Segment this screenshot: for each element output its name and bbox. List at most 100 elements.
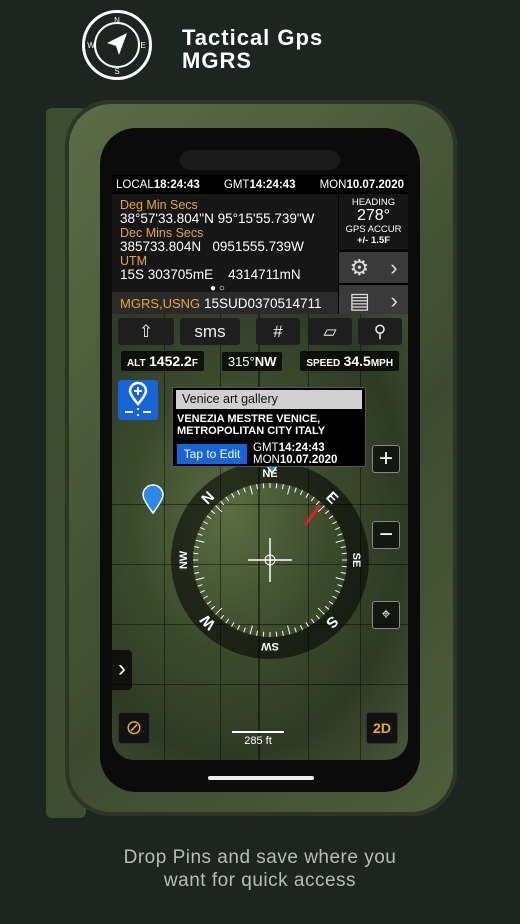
crosshair-icon: ⌖ bbox=[381, 606, 391, 623]
compass-tick bbox=[340, 572, 346, 574]
compass-tick bbox=[249, 625, 253, 635]
compass-icon: ⊘ bbox=[125, 717, 143, 739]
svg-text:N: N bbox=[114, 16, 120, 25]
compass-tick bbox=[328, 515, 334, 520]
date: MON10.07.2020 bbox=[319, 178, 404, 191]
utm-label: UTM bbox=[120, 254, 148, 268]
compass-tick bbox=[282, 484, 284, 490]
2d-mode-button[interactable]: 2D bbox=[366, 712, 398, 744]
compass-tick bbox=[340, 546, 346, 548]
compass-label: SE bbox=[350, 553, 362, 568]
compass-tick bbox=[195, 577, 205, 581]
compass-tick bbox=[210, 510, 216, 515]
compass-tick bbox=[200, 589, 205, 593]
compass-tick bbox=[310, 496, 315, 502]
compass-tick bbox=[337, 584, 343, 587]
share-button[interactable]: ⇧ bbox=[118, 318, 174, 345]
compass-tick bbox=[332, 521, 337, 525]
share-icon: ⇧ bbox=[138, 321, 154, 341]
compass-tick bbox=[335, 577, 345, 581]
heading-box: HEADING 278° GPS ACCUR +/- 1.5F bbox=[339, 194, 408, 250]
gps-accuracy-value: +/- 1.5F bbox=[357, 235, 390, 246]
north-needle bbox=[303, 504, 322, 526]
utm-value: 15S 303705mE 4314711mN bbox=[120, 267, 301, 282]
mgrs-value: 15SUD0370514711 bbox=[203, 296, 322, 311]
chevron-right-icon: › bbox=[390, 254, 398, 280]
layers-button[interactable]: ▱ bbox=[308, 318, 352, 345]
compass-overlay: NNEESESSWWNW bbox=[171, 461, 369, 659]
compass-tick bbox=[337, 533, 343, 536]
compass-tick bbox=[237, 490, 241, 495]
compass-label: SW bbox=[261, 640, 279, 652]
pin-info-popup: Venice art gallery VENEZIA MESTRE VENICE… bbox=[172, 387, 366, 467]
zoom-out-button[interactable]: − bbox=[372, 521, 400, 549]
gear-icon: ⚙ bbox=[349, 254, 370, 280]
compass-tick bbox=[210, 605, 216, 610]
compass-tick bbox=[215, 505, 223, 513]
compass-tick bbox=[231, 493, 235, 498]
dm-value: 385733.804N 0951555.739W bbox=[120, 239, 304, 254]
compass-tick bbox=[203, 521, 208, 525]
phone-notch bbox=[180, 150, 340, 170]
compass-tick bbox=[194, 546, 200, 548]
heading-value: 278° bbox=[356, 207, 391, 224]
app-logo-compass-icon: N E S W bbox=[82, 10, 152, 80]
app-subtitle: MGRS bbox=[182, 48, 252, 73]
compass-tick bbox=[195, 539, 205, 543]
time-bar: LOCAL18:24:43 GMT14:24:43 MON10.07.2020 bbox=[112, 175, 408, 194]
scale-bar: 285 ft bbox=[232, 731, 284, 747]
caption-line-1: Drop Pins and save where you bbox=[123, 847, 397, 868]
altitude: ALT 1452.2F bbox=[120, 351, 204, 371]
add-pin-button[interactable] bbox=[118, 380, 158, 420]
compass-tick bbox=[328, 600, 334, 605]
map-view[interactable]: ⇧ sms # ▱ ⚲ ALT 1452.2F 315°NW SPEED 34.… bbox=[112, 314, 408, 760]
pin-address: VENEZIA MESTRE VENICE, METROPOLITAN CITY… bbox=[177, 413, 326, 437]
local-time: LOCAL18:24:43 bbox=[116, 178, 200, 191]
compass-tick bbox=[215, 607, 223, 615]
compass-tick bbox=[197, 533, 203, 536]
compass-tick bbox=[206, 600, 212, 605]
compass-tick bbox=[225, 496, 230, 502]
compass-tick bbox=[256, 630, 258, 636]
sms-button[interactable]: sms bbox=[180, 318, 240, 345]
compass-tick bbox=[220, 500, 225, 506]
compass-tick bbox=[315, 614, 320, 620]
compass-tick bbox=[200, 527, 205, 531]
pin-name-field[interactable]: Venice art gallery bbox=[176, 390, 362, 409]
compass-tick bbox=[206, 515, 212, 520]
map-pin-icon[interactable] bbox=[142, 484, 164, 515]
compass-tick bbox=[299, 490, 303, 495]
notes-button[interactable]: ▤ › bbox=[339, 285, 408, 316]
side-panel: HEADING 278° GPS ACCUR +/- 1.5F ⚙ › ▤ › bbox=[339, 194, 408, 316]
compass-tick bbox=[335, 539, 345, 543]
compass-tick bbox=[256, 484, 258, 490]
compass-label: NW bbox=[178, 550, 190, 569]
settings-button[interactable]: ⚙ › bbox=[339, 252, 408, 283]
compass-tick bbox=[294, 627, 297, 633]
zoom-in-button[interactable]: + bbox=[372, 445, 400, 473]
dm-label: Dec Mins Secs bbox=[120, 226, 204, 240]
svg-text:S: S bbox=[114, 67, 119, 76]
compass-tick bbox=[305, 622, 309, 627]
search-button[interactable]: ⚲ bbox=[358, 318, 402, 345]
compass-tick bbox=[231, 622, 235, 627]
compass-tick bbox=[335, 527, 340, 531]
compass-tick bbox=[317, 607, 325, 615]
compass-tick bbox=[203, 595, 208, 599]
compass-tick bbox=[310, 618, 315, 624]
tap-to-edit-button[interactable]: Tap to Edit bbox=[177, 444, 247, 464]
app-screen: LOCAL18:24:43 GMT14:24:43 MON10.07.2020 … bbox=[112, 175, 408, 760]
grid-button[interactable]: # bbox=[256, 318, 300, 345]
locate-button[interactable]: ⌖ bbox=[372, 601, 400, 629]
svg-text:E: E bbox=[140, 41, 145, 50]
expand-panel-button[interactable]: › bbox=[112, 650, 132, 690]
mgrs-label: MGRS,USNG bbox=[120, 296, 201, 311]
compass-tick bbox=[282, 630, 284, 636]
compass-toggle-button[interactable]: ⊘ bbox=[118, 712, 150, 744]
gps-accuracy-label: GPS ACCUR bbox=[345, 224, 402, 235]
readouts-row: ALT 1452.2F 315°NW SPEED 34.5MPH bbox=[112, 351, 408, 371]
coordinates-panel[interactable]: Deg Min Secs 38°57'33.804"N 95°15'55.739… bbox=[112, 194, 338, 292]
compass-tick bbox=[294, 487, 297, 493]
search-icon: ⚲ bbox=[373, 321, 387, 341]
compass-tick bbox=[335, 589, 340, 593]
